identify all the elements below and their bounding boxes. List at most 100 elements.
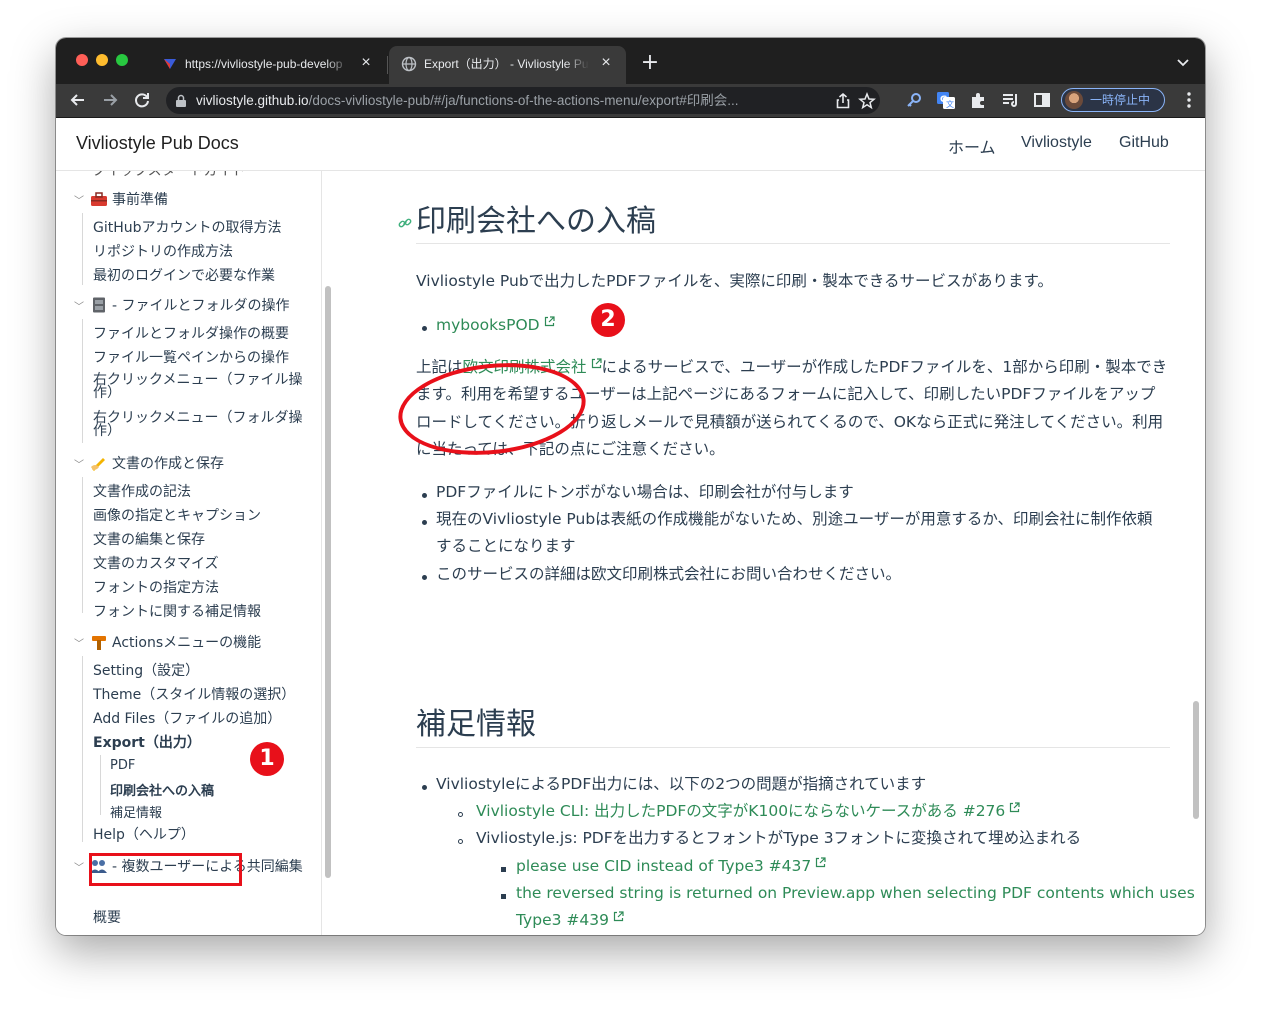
bullet-circle — [458, 812, 463, 817]
issue-437-link[interactable]: please use CID instead of Type3 #437 — [516, 857, 811, 875]
list-item: PDFファイルにトンボがない場合は、印刷会社が付与します — [436, 483, 854, 501]
nav-github-link[interactable]: GitHub — [1119, 134, 1169, 152]
file-cabinet-icon — [93, 297, 105, 313]
sidebar-subitem-notes[interactable]: 補足情報 — [110, 802, 162, 821]
chevron-down-icon: ﹀ — [74, 460, 84, 471]
list-item: mybooksPOD — [436, 312, 555, 339]
profile-button[interactable]: 一時停止中 — [1061, 88, 1165, 112]
external-link-icon — [544, 316, 555, 327]
sidebar-section-preparation[interactable]: ﹀ 事前準備 — [74, 189, 168, 209]
reload-icon[interactable] — [132, 90, 152, 110]
close-window-button[interactable] — [76, 54, 88, 66]
side-panel-icon[interactable] — [1032, 90, 1052, 110]
address-bar[interactable]: vivliostyle.github.io/docs-vivliostyle-p… — [166, 87, 880, 114]
bookmark-star-icon[interactable] — [858, 92, 876, 110]
bullet-square — [501, 894, 506, 899]
profile-status-label: 一時停止中 — [1090, 93, 1151, 107]
external-link-icon — [816, 857, 826, 868]
close-tab-icon[interactable]: × — [356, 53, 376, 73]
intro-paragraph: Vivliostyle Pubで出力したPDFファイルを、実際に印刷・製本できる… — [416, 272, 1054, 290]
list-item: please use CID instead of Type3 #437 — [516, 853, 826, 880]
issue-439-link[interactable]: the reversed string is returned on Previ… — [516, 884, 1195, 902]
toolbox-icon — [91, 192, 107, 206]
sidebar-item-file-overview[interactable]: ファイルとフォルダ操作の概要 — [93, 325, 289, 343]
tab-strip: https://vivliostyle-pub-develop × Export… — [56, 38, 1205, 84]
share-icon[interactable] — [834, 92, 852, 110]
sidebar-section-files-folders[interactable]: ﹀ - ファイルとフォルダの操作 — [74, 295, 290, 315]
sidebar-section-documents[interactable]: ﹀ 文書の作成と保存 — [74, 453, 224, 473]
bullet-circle — [458, 839, 463, 844]
extensions-puzzle-icon[interactable] — [968, 90, 988, 110]
vivliostyle-favicon-icon — [164, 59, 176, 69]
sidebar-item-file-list-pane[interactable]: ファイル一覧ペインからの操作 — [93, 349, 289, 367]
close-tab-icon[interactable]: × — [596, 53, 616, 73]
google-translate-icon[interactable]: G 文 — [936, 90, 956, 110]
sidebar-item-export[interactable]: Export（出力） — [93, 734, 201, 752]
sidebar-item-edit-save[interactable]: 文書の編集と保存 — [93, 531, 205, 549]
list-item: このサービスの詳細は欧文印刷株式会社にお問い合わせください。 — [436, 565, 902, 583]
sidebar-item-theme[interactable]: Theme（スタイル情報の選択） — [93, 686, 295, 704]
sidebar-item-collab-overview[interactable]: 概要 — [93, 909, 121, 927]
list-item-continuation: することになります — [436, 537, 576, 555]
sidebar-guide-line — [100, 755, 101, 815]
lock-icon[interactable] — [175, 94, 187, 108]
mybookspod-link[interactable]: mybooksPOD — [436, 316, 540, 334]
writing-hand-icon — [91, 458, 105, 471]
url-path: /docs-vivliostyle-pub/#/ja/functions-of-… — [308, 93, 739, 108]
annotation-badge-1: 1 — [250, 742, 284, 776]
site-title[interactable]: Vivliostyle Pub Docs — [76, 133, 239, 154]
sidebar-subitem-print-submission[interactable]: 印刷会社への入稿 — [110, 780, 214, 799]
sidebar-guide-line — [82, 477, 83, 613]
sidebar-item-markup[interactable]: 文書作成の記法 — [93, 483, 191, 501]
sidebar-item-create-repo[interactable]: リポジトリの作成方法 — [93, 243, 233, 261]
heading-divider — [416, 747, 1170, 748]
maximize-window-button[interactable] — [116, 54, 128, 66]
sidebar-item-right-click-folder[interactable]: 右クリックメニュー（フォルダ操作） — [93, 411, 305, 438]
bullet-dot — [422, 575, 427, 580]
link-anchor-icon[interactable] — [398, 216, 412, 230]
forward-arrow-icon[interactable] — [100, 90, 120, 110]
sidebar-item-help[interactable]: Help（ヘルプ） — [93, 826, 195, 844]
main-content: 印刷会社への入稿 Vivliostyle Pubで出力したPDFファイルを、実際… — [336, 171, 1205, 935]
sidebar-item-right-click-file[interactable]: 右クリックメニュー（ファイル操作） — [93, 373, 305, 400]
more-menu-icon[interactable] — [1187, 92, 1191, 108]
sidebar-item-font-notes[interactable]: フォントに関する補足情報 — [93, 603, 261, 621]
nav-home-link[interactable]: ホーム — [948, 134, 996, 158]
tab-divider — [387, 56, 388, 74]
sidebar-item-first-login[interactable]: 最初のログインで必要な作業 — [93, 267, 275, 285]
sidebar-item-add-files[interactable]: Add Files（ファイルの追加） — [93, 710, 281, 728]
chevron-down-icon[interactable] — [1175, 54, 1191, 70]
sidebar-scrollbar[interactable] — [325, 286, 331, 878]
extension-key-icon[interactable] — [904, 90, 924, 110]
sidebar-section-actions[interactable]: ﹀ Actionsメニューの機能 — [74, 632, 261, 652]
minimize-window-button[interactable] — [96, 54, 108, 66]
heading-divider — [416, 243, 1170, 244]
list-item: VivliostyleによるPDF出力には、以下の2つの問題が指摘されています — [436, 775, 927, 793]
sidebar-item-setting[interactable]: Setting（設定） — [93, 662, 199, 680]
sidebar-item-image-caption[interactable]: 画像の指定とキャプション — [93, 507, 261, 525]
bullet-dot — [422, 785, 427, 790]
sidebar-item-font-spec[interactable]: フォントの指定方法 — [93, 579, 219, 597]
tab-export[interactable]: Export（出力） - Vivliostyle Pub × — [389, 46, 626, 84]
external-link-icon — [591, 358, 602, 369]
nav-vivliostyle-link[interactable]: Vivliostyle — [1021, 134, 1092, 152]
reading-list-icon[interactable] — [1000, 90, 1020, 110]
sidebar-subitem-pdf[interactable]: PDF — [110, 758, 135, 773]
sidebar-section-label: Actionsメニューの機能 — [112, 635, 262, 651]
back-arrow-icon[interactable] — [68, 90, 88, 110]
sidebar-item-customize[interactable]: 文書のカスタマイズ — [93, 555, 219, 573]
list-item: Vivliostyle.js: PDFを出力するとフォントがType 3フォント… — [476, 829, 1082, 847]
cli-issue-276-link[interactable]: Vivliostyle CLI: 出力したPDFの文字がK100にならないケース… — [476, 802, 1005, 820]
new-tab-button[interactable]: + — [638, 52, 662, 76]
tab-vivliostyle-pub-develop[interactable]: https://vivliostyle-pub-develop × — [150, 46, 386, 84]
sidebar-guide-line — [82, 319, 83, 443]
issue-439-link-continued[interactable]: Type3 #439 — [516, 911, 609, 929]
sidebar-item-github-account[interactable]: GitHubアカウントの取得方法 — [93, 219, 282, 237]
sidebar-section-label: - ファイルとフォルダの操作 — [112, 298, 290, 314]
sidebar-section-label: 文書の作成と保存 — [112, 456, 224, 472]
list-item: Vivliostyle CLI: 出力したPDFの文字がK100にならないケース… — [476, 798, 1020, 825]
sidebar-item-clipped[interactable]: クイックスタートガイド — [92, 171, 246, 179]
chevron-down-icon: ﹀ — [74, 302, 84, 313]
list-item: 現在のVivliostyle Pubは表紙の作成機能がないため、別途ユーザーが用… — [436, 510, 1153, 528]
content-scrollbar[interactable] — [1193, 701, 1199, 819]
